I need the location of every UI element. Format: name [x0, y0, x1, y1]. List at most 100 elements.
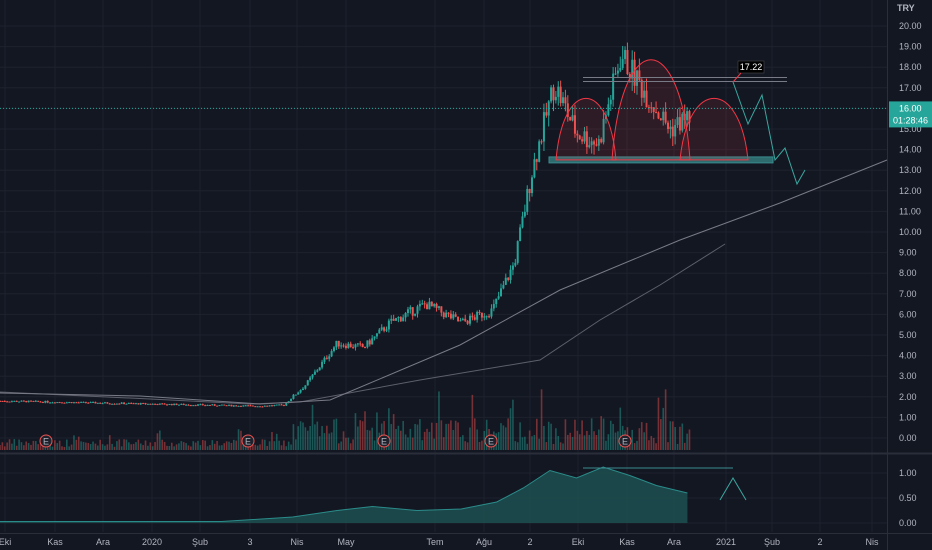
candle[interactable]	[500, 288, 503, 297]
candle[interactable]	[318, 367, 321, 371]
candle[interactable]	[368, 340, 371, 345]
candle[interactable]	[538, 141, 541, 162]
candle[interactable]	[8, 401, 11, 403]
candle[interactable]	[44, 400, 47, 403]
candle[interactable]	[239, 405, 242, 407]
candle[interactable]	[249, 405, 252, 407]
candle[interactable]	[423, 303, 426, 305]
candle[interactable]	[156, 404, 159, 406]
candle[interactable]	[488, 316, 491, 318]
candle[interactable]	[516, 241, 519, 263]
candle[interactable]	[686, 111, 689, 121]
candle[interactable]	[251, 405, 254, 407]
candle[interactable]	[464, 318, 467, 321]
candle[interactable]	[225, 405, 228, 407]
candle[interactable]	[442, 312, 445, 318]
candle[interactable]	[1, 400, 4, 402]
candle[interactable]	[175, 403, 178, 406]
candle[interactable]	[306, 380, 309, 386]
candle[interactable]	[134, 403, 137, 405]
candle[interactable]	[96, 402, 99, 404]
candle[interactable]	[390, 318, 393, 321]
candle[interactable]	[356, 343, 359, 345]
candle[interactable]	[161, 403, 164, 405]
candle[interactable]	[414, 313, 417, 316]
candle[interactable]	[120, 402, 123, 404]
candle[interactable]	[564, 97, 567, 104]
candle[interactable]	[333, 347, 336, 352]
candle[interactable]	[197, 404, 200, 406]
candle[interactable]	[476, 311, 479, 320]
candle[interactable]	[232, 405, 235, 407]
candle[interactable]	[146, 403, 149, 405]
candle[interactable]	[294, 394, 297, 396]
candle[interactable]	[609, 99, 612, 105]
candle[interactable]	[111, 403, 114, 405]
candle[interactable]	[199, 404, 202, 406]
candle[interactable]	[397, 317, 400, 319]
candle[interactable]	[497, 296, 500, 299]
candle[interactable]	[118, 403, 121, 405]
candle[interactable]	[32, 400, 35, 402]
candle[interactable]	[483, 316, 486, 318]
candle[interactable]	[206, 404, 209, 406]
candle[interactable]	[457, 316, 460, 322]
candle[interactable]	[130, 403, 133, 405]
candle[interactable]	[375, 333, 378, 337]
candle[interactable]	[53, 402, 56, 404]
candle[interactable]	[301, 388, 304, 391]
candle[interactable]	[180, 403, 183, 405]
candle[interactable]	[27, 400, 30, 403]
candle[interactable]	[125, 403, 128, 405]
candle[interactable]	[433, 303, 436, 307]
candle[interactable]	[624, 50, 627, 60]
candle[interactable]	[290, 398, 293, 402]
candle[interactable]	[411, 307, 414, 316]
candle[interactable]	[13, 400, 16, 402]
candle[interactable]	[173, 403, 176, 406]
candle[interactable]	[297, 392, 300, 395]
candle[interactable]	[247, 405, 250, 407]
candle[interactable]	[502, 284, 505, 289]
candle[interactable]	[531, 177, 534, 194]
candle[interactable]	[65, 402, 68, 404]
candle[interactable]	[20, 400, 23, 402]
candle[interactable]	[94, 401, 97, 404]
candle[interactable]	[115, 403, 118, 405]
candle[interactable]	[211, 404, 214, 406]
candle[interactable]	[149, 403, 152, 405]
candle[interactable]	[490, 308, 493, 317]
candle[interactable]	[526, 189, 529, 212]
candle[interactable]	[321, 361, 324, 368]
candle[interactable]	[278, 404, 281, 406]
candle[interactable]	[220, 404, 223, 406]
candle[interactable]	[485, 316, 488, 318]
candle[interactable]	[82, 401, 85, 403]
candle[interactable]	[406, 309, 409, 313]
candle[interactable]	[108, 403, 111, 405]
candle[interactable]	[30, 400, 33, 402]
candle[interactable]	[607, 104, 610, 116]
candle[interactable]	[92, 401, 95, 403]
candle[interactable]	[478, 311, 481, 313]
candle[interactable]	[430, 301, 433, 307]
candle[interactable]	[402, 317, 405, 322]
candle[interactable]	[523, 211, 526, 217]
candle[interactable]	[37, 400, 40, 402]
candle[interactable]	[435, 303, 438, 308]
candle[interactable]	[228, 404, 231, 406]
candle[interactable]	[194, 405, 197, 407]
candle[interactable]	[337, 340, 340, 347]
candle[interactable]	[473, 317, 476, 320]
candle[interactable]	[204, 405, 207, 407]
candle[interactable]	[132, 403, 135, 405]
candle[interactable]	[187, 404, 190, 406]
candle[interactable]	[507, 277, 510, 280]
candle[interactable]	[10, 401, 13, 403]
candle[interactable]	[514, 262, 517, 266]
candle[interactable]	[292, 394, 295, 399]
candle[interactable]	[399, 317, 402, 322]
candle[interactable]	[409, 307, 412, 310]
candle[interactable]	[113, 403, 116, 405]
candle[interactable]	[84, 401, 87, 403]
